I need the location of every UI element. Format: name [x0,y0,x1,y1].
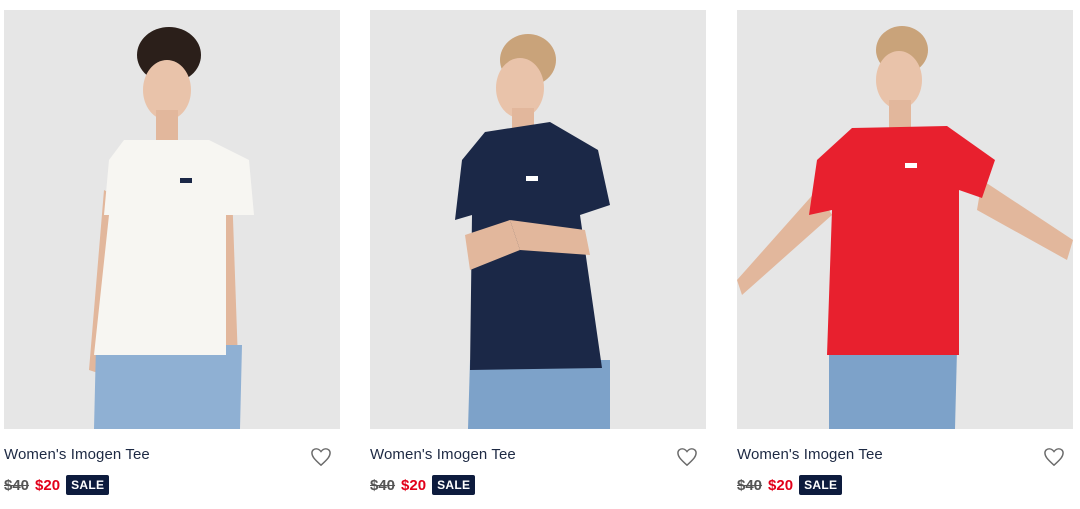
heart-outline-icon[interactable] [1043,447,1065,467]
product-card[interactable]: Women's Imogen Tee $40 $20 SALE [737,10,1073,499]
sale-price: $20 [768,476,794,494]
product-title[interactable]: Women's Imogen Tee [4,446,150,463]
product-title[interactable]: Women's Imogen Tee [370,446,516,463]
price-row: $40 $20 SALE [370,475,476,495]
original-price: $40 [737,476,763,494]
original-price: $40 [370,476,396,494]
heart-outline-icon[interactable] [676,447,698,467]
product-grid: Women's Imogen Tee $40 $20 SALE Women's … [0,0,1080,509]
heart-outline-icon[interactable] [310,447,332,467]
sale-badge: SALE [66,475,110,495]
sale-badge: SALE [432,475,476,495]
product-image[interactable] [370,10,706,429]
sale-badge: SALE [799,475,843,495]
original-price: $40 [4,476,30,494]
product-image[interactable] [4,10,340,429]
product-title[interactable]: Women's Imogen Tee [737,446,883,463]
product-card[interactable]: Women's Imogen Tee $40 $20 SALE [370,10,706,499]
sale-price: $20 [35,476,61,494]
product-image[interactable] [737,10,1073,429]
product-card[interactable]: Women's Imogen Tee $40 $20 SALE [4,10,340,499]
price-row: $40 $20 SALE [4,475,110,495]
sale-price: $20 [401,476,427,494]
price-row: $40 $20 SALE [737,475,843,495]
